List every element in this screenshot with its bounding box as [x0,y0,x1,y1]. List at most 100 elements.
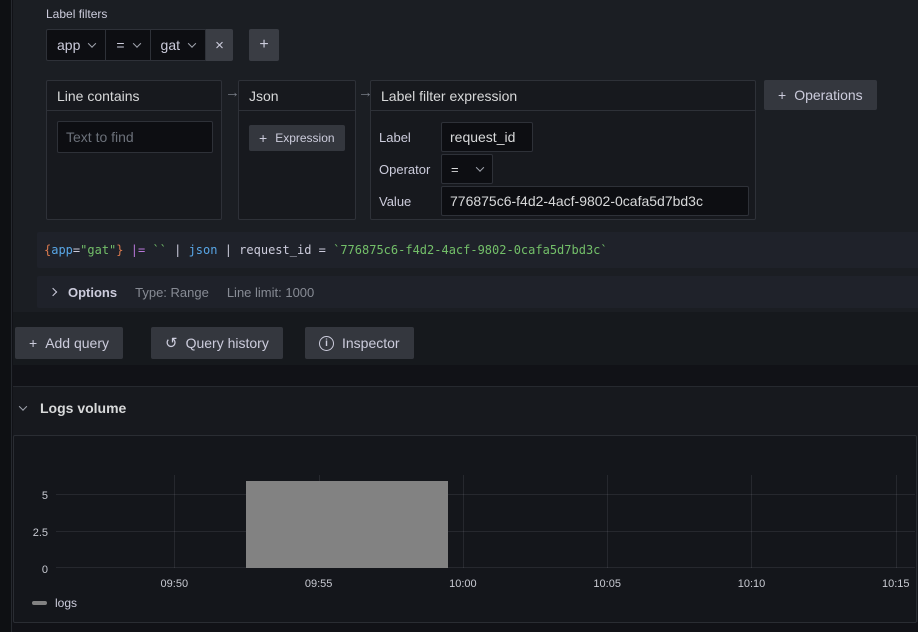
operation-title: Line contains [57,88,140,104]
label-filters-title: Label filters [46,7,107,21]
label-operator-select[interactable]: = [105,29,150,61]
operation-header[interactable]: Label filter expression [371,81,755,111]
chevron-down-icon [88,39,96,47]
gridline-vertical [896,475,897,568]
operation-label-filter-expression: Label filter expression Label Operator =… [370,80,756,220]
label-value-select[interactable]: gat [150,29,206,61]
plus-icon: + [29,335,37,351]
plus-icon: + [778,87,786,103]
line-contains-input[interactable] [57,121,213,153]
remove-label-filter-button[interactable]: × [206,29,233,61]
gridline-horizontal [56,531,915,532]
chart-y-axis: 02.55 [14,475,48,570]
chevron-down-icon [188,39,196,47]
info-icon: i [319,336,334,351]
x-tick-label: 10:10 [738,578,766,590]
chart-plot-area [56,475,915,568]
query-history-label: Query history [186,335,269,351]
label-field-row: Label [379,122,533,152]
chevron-right-icon [49,288,57,296]
label-name-value: app [57,37,80,53]
operation-line-contains: Line contains [46,80,222,220]
query-token: json [189,243,218,257]
operation-header[interactable]: Json [239,81,355,111]
y-tick-label: 2.5 [33,527,48,539]
toolbar-strip [13,312,918,365]
operator-field-row: Operator = [379,154,493,184]
inspector-button[interactable]: i Inspector [305,327,414,359]
operation-json: Json + Expression [238,80,356,220]
add-query-label: Add query [45,335,109,351]
logs-volume-chart: 02.55 09:5009:5510:0010:0510:1010:15 log… [13,435,917,623]
chevron-down-icon [19,402,27,410]
x-tick-label: 10:05 [593,578,621,590]
operations-label: Operations [794,87,862,103]
value-field-label: Value [379,194,441,209]
plus-icon: + [259,36,268,54]
pane-divider [0,0,12,632]
operation-header[interactable]: Line contains [47,81,221,111]
logs-volume-section: Logs volume 02.55 09:5009:5510:0010:0510… [13,386,918,622]
query-options-row[interactable]: Options Type: Range Line limit: 1000 [37,276,918,308]
query-history-button[interactable]: ↺ Query history [151,327,283,359]
x-tick-label: 10:15 [882,578,910,590]
plus-icon: + [259,130,267,146]
chevron-down-icon [476,163,484,171]
close-icon: × [215,37,224,54]
logs-volume-header[interactable]: Logs volume [20,400,126,416]
query-token [124,243,131,257]
label-field-input[interactable] [441,122,533,152]
x-tick-label: 10:00 [449,578,477,590]
operator-field-label: Operator [379,162,441,177]
add-operations-button[interactable]: + Operations [764,80,877,110]
query-preview: {app="gat"} |= `` | json | request_id = … [37,232,918,268]
query-token: | [217,243,239,257]
query-token: |= [131,243,145,257]
query-token: "gat" [80,243,116,257]
operation-title: Label filter expression [381,88,517,104]
add-label-filter-button[interactable]: + [249,29,279,61]
label-filters-row: app = gat × + [46,29,279,61]
chart-legend: logs [32,596,77,610]
query-token: } [116,243,123,257]
gridline-horizontal [56,567,915,568]
query-token: `776875c6-f4d2-4acf-9802-0cafa5d7bd3c` [333,243,608,257]
gridline-vertical [174,475,175,568]
y-tick-label: 5 [42,490,48,502]
options-type: Type: Range [135,285,209,300]
chevron-down-icon [132,39,140,47]
gridline-vertical [463,475,464,568]
options-title: Options [68,285,117,300]
inspector-label: Inspector [342,335,400,351]
label-value-value: gat [161,37,180,53]
logs-volume-bar [246,481,448,568]
legend-series-label[interactable]: logs [55,596,77,610]
add-expression-label: Expression [275,131,334,145]
value-field-row: Value [379,186,749,216]
chart-x-axis: 09:50 09:55 10:00 10:05 10:10 10:15 [56,578,915,594]
y-tick-label: 0 [42,564,48,576]
label-field-label: Label [379,130,441,145]
label-operator-value: = [116,37,124,53]
legend-swatch [32,601,47,605]
options-line-limit: Line limit: 1000 [227,285,314,300]
x-tick-label: 09:50 [161,578,189,590]
query-token: request_id = [239,243,333,257]
query-editor-card: Label filters app = gat × + Line contain… [13,0,918,365]
logs-volume-title: Logs volume [40,400,126,416]
operator-field-value: = [451,162,459,177]
operator-field-select[interactable]: = [441,154,493,184]
gridline-horizontal [56,494,915,495]
value-field-input[interactable] [441,186,749,216]
gridline-vertical [751,475,752,568]
query-token: | [167,243,189,257]
query-preview-text: {app="gat"} |= `` | json | request_id = … [44,243,608,257]
gridline-vertical [607,475,608,568]
history-icon: ↺ [165,336,178,351]
label-name-select[interactable]: app [46,29,106,61]
query-token: `` [152,243,166,257]
add-expression-button[interactable]: + Expression [249,125,345,151]
x-tick-label: 09:55 [305,578,333,590]
add-query-button[interactable]: + Add query [15,327,123,359]
operation-title: Json [249,88,279,104]
